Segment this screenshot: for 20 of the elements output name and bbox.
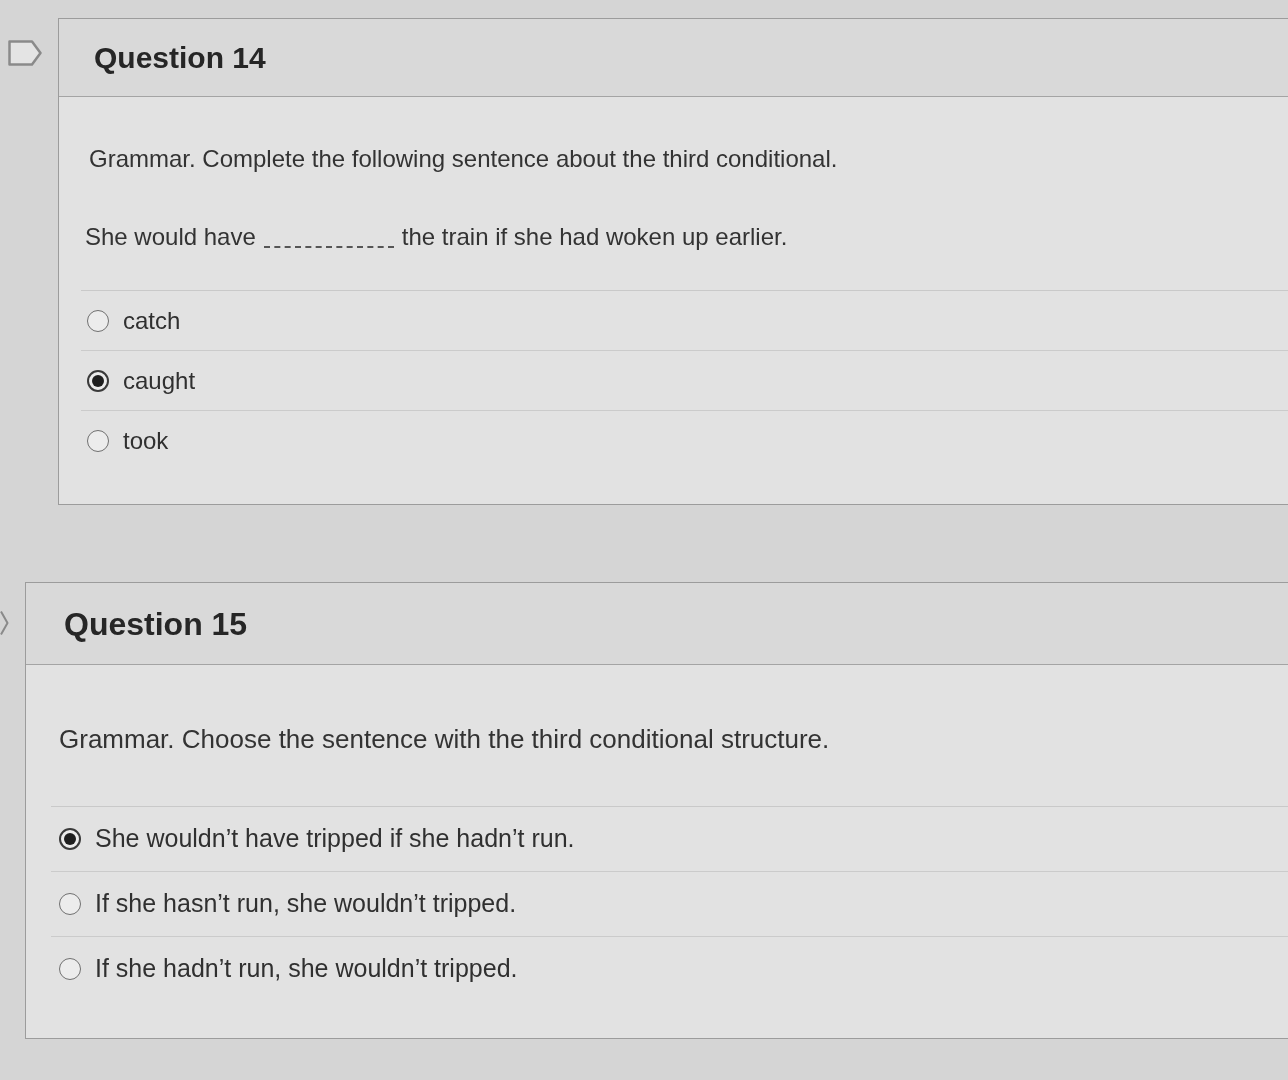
answer-option-text[interactable]: If she hasn’t run, she wouldn’t tripped. [95,887,517,920]
answer-option-text[interactable]: If she hadn’t run, she wouldn’t tripped. [95,953,518,985]
question-prompt: Grammar. Choose the sentence with the third conditional structure. [58,723,831,756]
radio-button[interactable] [87,369,109,392]
radio-button[interactable] [87,309,109,332]
answer-option-text[interactable]: took [123,426,169,456]
radio-button[interactable] [87,430,109,452]
answer-option-text[interactable]: She wouldn’t have tripped if she hadn’t run. [95,822,575,855]
radio-button[interactable] [59,958,81,980]
answer-option-text[interactable]: catch [123,305,181,336]
radio-button[interactable] [59,892,81,915]
sentence-text: She would have [85,222,256,252]
question-title: Question 14 [94,42,266,73]
question-prompt: Grammar. Complete the following sentence about the third conditional. [88,144,839,174]
radio-button[interactable] [59,827,81,850]
flag-icon[interactable] [8,40,42,66]
sentence-text: the train if she had woken up earlier. [401,222,788,252]
answer-option-text[interactable]: caught [123,365,196,396]
question-title: Question 15 [64,607,248,640]
chevron-icon[interactable] [0,610,9,636]
